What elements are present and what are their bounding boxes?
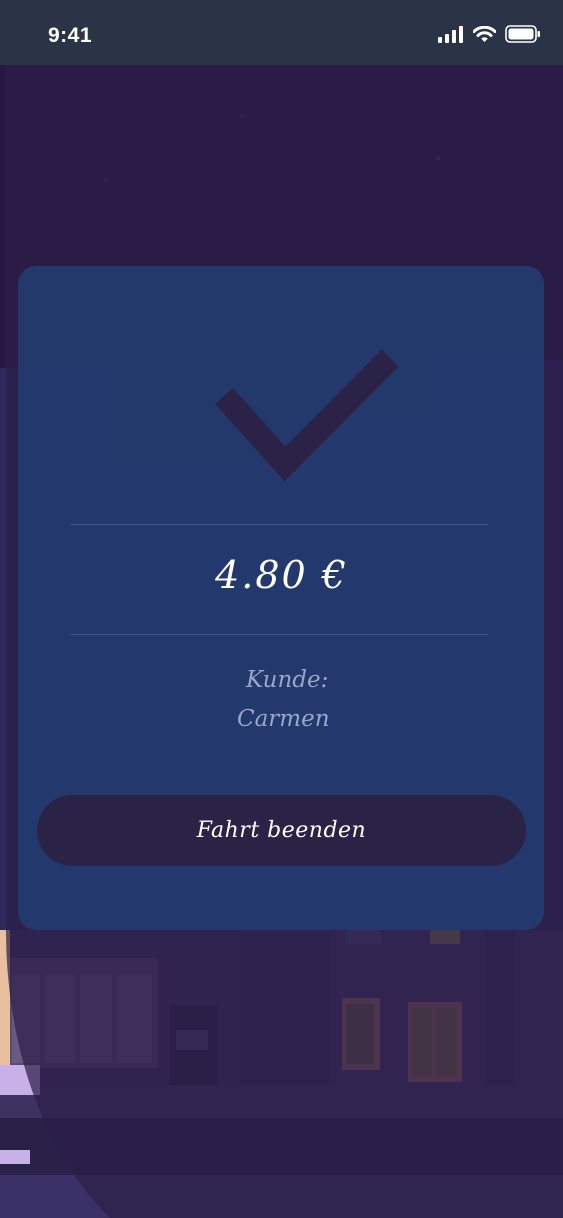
customer-label: Kunde: — [246, 667, 329, 693]
status-icons — [438, 25, 541, 48]
battery-icon — [505, 25, 541, 48]
customer-name: Carmen — [237, 706, 330, 732]
divider-bottom — [70, 634, 488, 635]
status-time: 9:41 — [48, 24, 93, 47]
divider-top — [70, 524, 488, 525]
checkmark-icon — [215, 349, 399, 482]
wifi-icon — [472, 25, 497, 48]
end-ride-button[interactable]: Fahrt beenden — [37, 795, 526, 866]
payment-amount: 4.80 € — [215, 553, 348, 597]
signal-bars-icon — [438, 25, 464, 48]
payment-success-screen: 9:41 4.80 € Kunde: Carmen Fahrt beenden — [0, 0, 563, 1218]
status-bar: 9:41 — [0, 0, 563, 65]
